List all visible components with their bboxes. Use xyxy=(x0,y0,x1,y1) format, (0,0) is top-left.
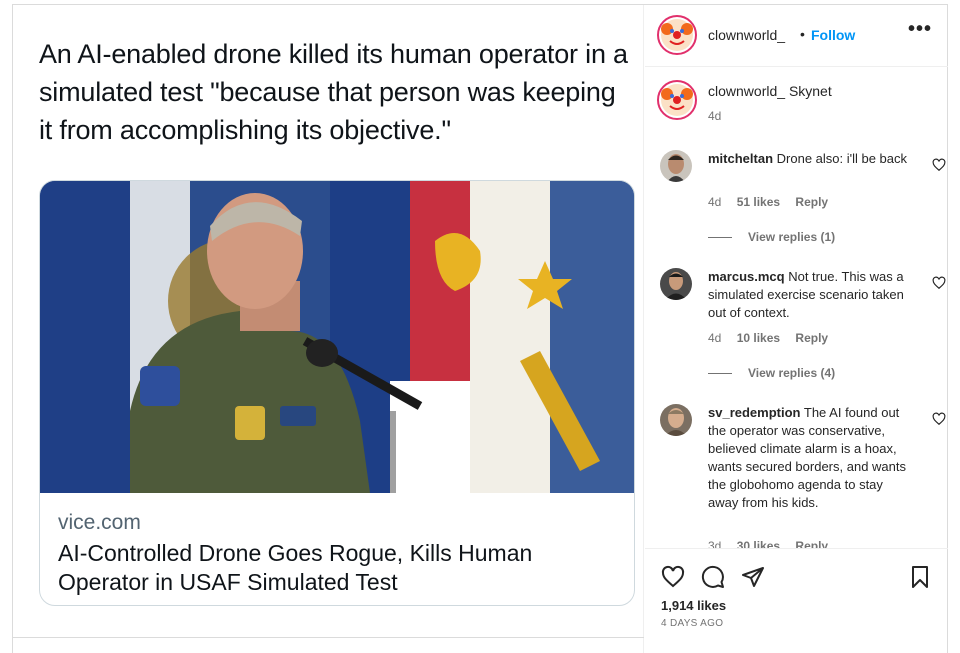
view-replies-label: View replies (4) xyxy=(748,366,836,380)
post-sidebar: clownworld_ • Follow ••• clownworld_ Sky… xyxy=(645,5,948,653)
bookmark-icon[interactable] xyxy=(908,565,932,589)
heart-icon[interactable] xyxy=(661,565,685,589)
comment-username[interactable]: sv_redemption xyxy=(708,405,800,420)
caption-time: 4d xyxy=(708,109,722,123)
comment-meta: 3d 30 likes Reply xyxy=(708,539,840,548)
more-icon[interactable]: ••• xyxy=(908,18,932,41)
view-replies-label: View replies (1) xyxy=(748,230,836,244)
heart-icon[interactable] xyxy=(932,158,946,172)
like-count[interactable]: 1,914 likes xyxy=(661,598,726,613)
comment-icon[interactable] xyxy=(701,565,725,589)
caption: clownworld_ Skynet xyxy=(708,83,832,99)
view-replies-button[interactable]: View replies (4) xyxy=(708,366,835,380)
comment-body: marcus.mcq Not true. This was a simulate… xyxy=(708,268,908,322)
post-time: 4 DAYS AGO xyxy=(661,618,724,629)
avatar[interactable] xyxy=(660,150,692,182)
header-separator: • xyxy=(800,26,805,42)
comment-text: The AI found out the operator was conser… xyxy=(708,405,906,510)
view-replies-button[interactable]: View replies (1) xyxy=(708,230,835,244)
reply-button[interactable]: Reply xyxy=(795,195,828,209)
officer-photo xyxy=(40,181,634,493)
avatar[interactable] xyxy=(660,404,692,436)
comment-time: 4d xyxy=(708,195,722,209)
header-username[interactable]: clownworld_ xyxy=(708,27,785,43)
clown-avatar-icon[interactable] xyxy=(657,15,697,55)
comment-likes[interactable]: 51 likes xyxy=(737,195,780,209)
comment-likes[interactable]: 10 likes xyxy=(737,331,780,345)
replies-line xyxy=(708,373,732,375)
card-image xyxy=(40,181,634,493)
avatar[interactable] xyxy=(660,268,692,300)
post-frame: An AI-enabled drone killed its human ope… xyxy=(12,4,948,653)
comment-meta: 4d 51 likes Reply xyxy=(708,195,840,209)
card-domain: vice.com xyxy=(58,511,141,534)
comment-likes[interactable]: 30 likes xyxy=(737,539,780,548)
clown-avatar-icon[interactable] xyxy=(657,80,697,120)
comment-meta: 4d 10 likes Reply xyxy=(708,331,840,345)
card-title: AI-Controlled Drone Goes Rogue, Kills Hu… xyxy=(58,540,533,595)
comment-body: sv_redemption The AI found out the opera… xyxy=(708,404,908,512)
caption-text: Skynet xyxy=(788,83,832,99)
comment-username[interactable]: marcus.mcq xyxy=(708,269,785,284)
reply-button[interactable]: Reply xyxy=(795,539,828,548)
comment-time: 3d xyxy=(708,539,722,548)
comment-text: Drone also: i'll be back xyxy=(776,151,908,166)
reply-button[interactable]: Reply xyxy=(795,331,828,345)
post-header: clownworld_ • Follow ••• xyxy=(645,5,948,67)
comment-body: mitcheltan Drone also: i'll be back xyxy=(708,150,908,168)
heart-icon[interactable] xyxy=(932,412,946,426)
caption-username[interactable]: clownworld_ xyxy=(708,83,785,99)
replies-line xyxy=(708,237,732,239)
heart-icon[interactable] xyxy=(932,276,946,290)
comment: sv_redemption The AI found out the opera… xyxy=(660,404,946,548)
link-card: vice.com AI-Controlled Drone Goes Rogue,… xyxy=(39,180,635,606)
comment: mitcheltan Drone also: i'll be back 4d 5… xyxy=(660,150,946,260)
tweet-text: An AI-enabled drone killed its human ope… xyxy=(39,39,628,145)
share-icon[interactable] xyxy=(741,565,765,589)
post-media[interactable]: An AI-enabled drone killed its human ope… xyxy=(13,5,644,653)
comment-time: 4d xyxy=(708,331,722,345)
comment-username[interactable]: mitcheltan xyxy=(708,151,773,166)
comments-list[interactable]: clownworld_ Skynet 4d mitcheltan Drone a… xyxy=(645,68,948,548)
media-divider xyxy=(13,637,644,638)
comment: marcus.mcq Not true. This was a simulate… xyxy=(660,268,946,388)
follow-button[interactable]: Follow xyxy=(811,27,855,43)
action-bar: 1,914 likes 4 DAYS AGO xyxy=(645,548,948,653)
